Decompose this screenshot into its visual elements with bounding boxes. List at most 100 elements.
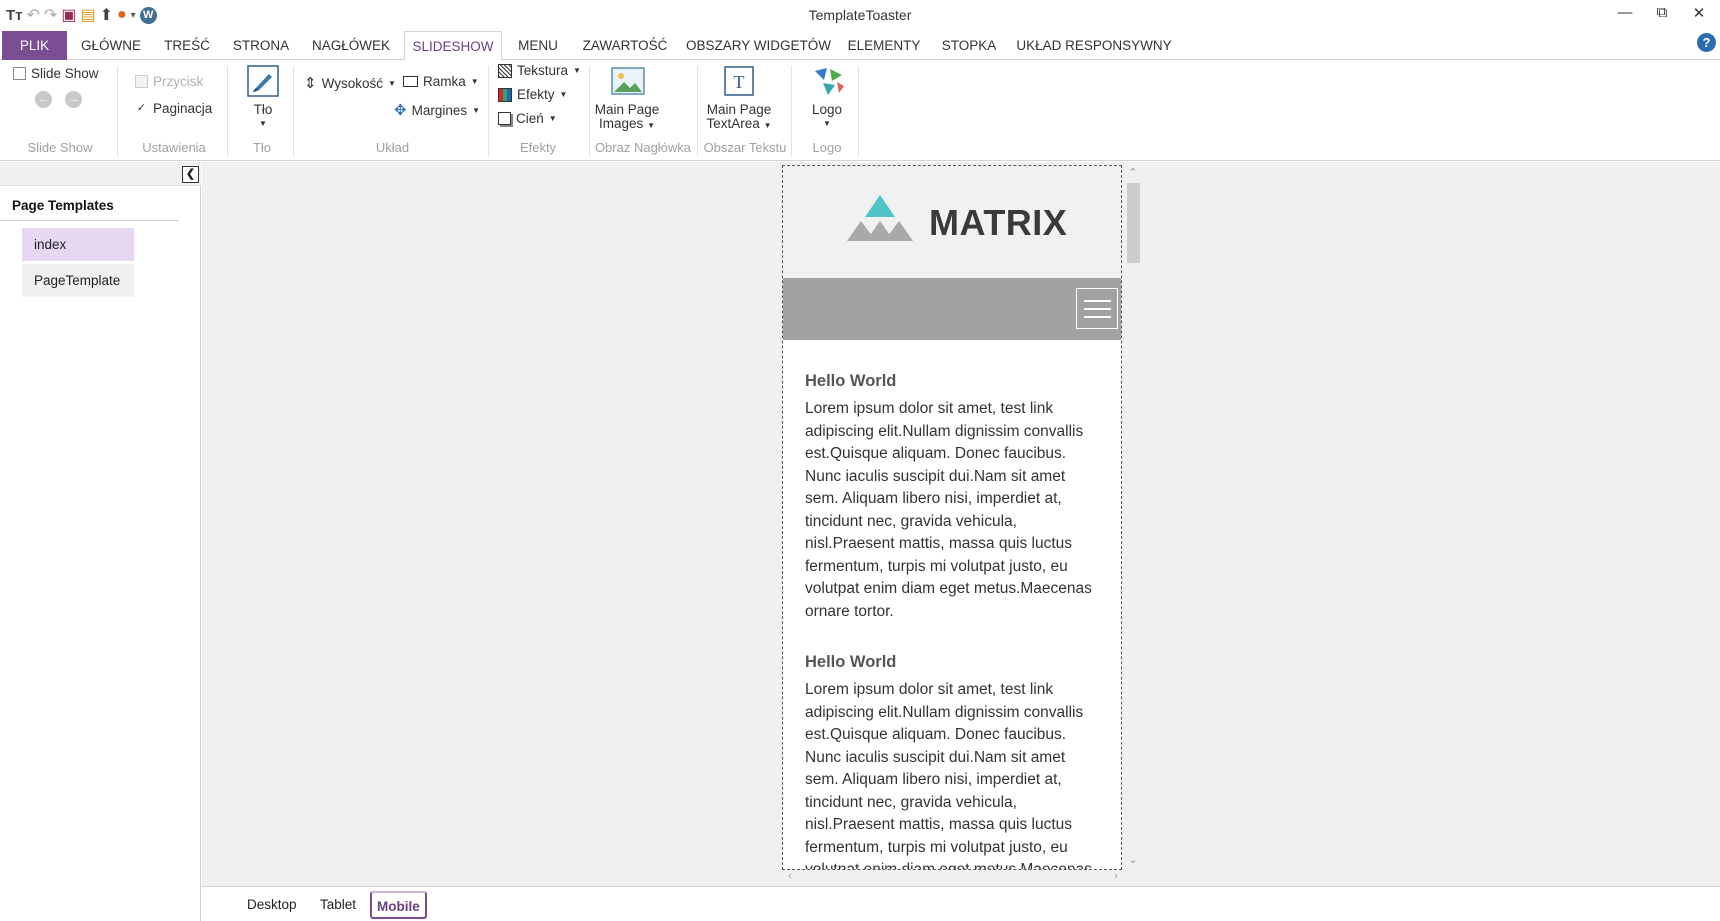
dropdown-arrow-icon: ▼ bbox=[559, 90, 568, 99]
group-label-logo: Logo bbox=[812, 140, 842, 155]
article-body: Lorem ipsum dolor sit amet, test link ad… bbox=[805, 400, 1092, 620]
group-label-obszar-tekstu: Obszar Tekstu bbox=[703, 140, 787, 155]
main-page-textarea-line1: Main Page bbox=[706, 102, 772, 117]
scroll-up-icon[interactable]: ⌃ bbox=[1125, 166, 1141, 179]
tab-stopka[interactable]: STOPKA bbox=[938, 31, 1000, 60]
logo-text: MATRIX bbox=[929, 202, 1068, 243]
collapse-panel-icon[interactable]: ❮ bbox=[182, 166, 199, 183]
template-item-index[interactable]: index bbox=[22, 228, 134, 261]
restore-button[interactable]: ⧉ bbox=[1647, 4, 1677, 21]
main-page-images-button[interactable]: Main Page Images ▼ bbox=[590, 65, 664, 133]
tab-menu[interactable]: MENU bbox=[512, 31, 564, 60]
group-label-efekty: Efekty bbox=[519, 140, 557, 155]
tekstura-dropdown[interactable]: Tekstura ▼ bbox=[498, 63, 581, 78]
background-brush-icon bbox=[247, 65, 279, 97]
scroll-right-icon[interactable]: › bbox=[1108, 870, 1124, 882]
przycisk-checkbox[interactable]: Przycisk bbox=[135, 74, 203, 89]
dropdown-arrow-icon: ▼ bbox=[259, 119, 267, 128]
wysokosc-label: Wysokość bbox=[321, 75, 383, 91]
article-heading: Hello World bbox=[805, 372, 897, 390]
tab-slideshow[interactable]: SLIDESHOW bbox=[404, 31, 502, 61]
scroll-down-icon[interactable]: ⌄ bbox=[1125, 853, 1141, 866]
next-slide-icon[interactable]: → bbox=[65, 91, 82, 108]
margines-label: Margines bbox=[411, 102, 468, 118]
hamburger-menu-icon[interactable] bbox=[1076, 288, 1118, 329]
cien-dropdown[interactable]: Cień ▼ bbox=[498, 111, 557, 126]
tlo-button[interactable]: Tło ▼ bbox=[243, 65, 283, 131]
tab-mobile[interactable]: Mobile bbox=[370, 891, 427, 919]
vertical-scrollbar[interactable]: ⌃ ⌄ bbox=[1125, 165, 1141, 870]
margin-icon: ✥ bbox=[394, 102, 407, 119]
tab-elementy[interactable]: ELEMENTY bbox=[843, 31, 925, 60]
group-separator bbox=[858, 66, 859, 156]
checkmark-icon: ✓ bbox=[135, 102, 148, 115]
dropdown-arrow-icon: ▼ bbox=[472, 105, 481, 115]
ramka-label: Ramka bbox=[423, 74, 466, 89]
tab-plik[interactable]: PLIK bbox=[2, 31, 67, 60]
height-icon: ⇕ bbox=[304, 75, 317, 92]
main-page-textarea-line2: TextArea ▼ bbox=[706, 116, 772, 131]
tab-tablet[interactable]: Tablet bbox=[315, 891, 361, 919]
logo-button[interactable]: Logo ▼ bbox=[805, 65, 849, 131]
tlo-label: Tło bbox=[253, 102, 273, 117]
device-view-tabs: Desktop Tablet Mobile bbox=[202, 886, 1720, 921]
logo-shapes-icon bbox=[811, 65, 844, 97]
group-separator bbox=[791, 66, 792, 156]
tab-glowne[interactable]: GŁÓWNE bbox=[74, 31, 148, 60]
main-page-images-line2: Images ▼ bbox=[599, 116, 655, 131]
main-page-textarea-button[interactable]: T Main Page TextArea ▼ bbox=[702, 65, 776, 133]
matrix-logo-icon bbox=[847, 195, 913, 241]
tab-tresc[interactable]: TREŚĆ bbox=[160, 31, 214, 60]
title-bar: Tᴛ ↶ ↷ ▣ ▤ ⬆ ● ▾ W TemplateToaster — ⧉ ✕ bbox=[0, 0, 1720, 31]
group-separator bbox=[293, 66, 294, 156]
ribbon-tabs: PLIK GŁÓWNE TREŚĆ STRONA NAGŁÓWEK SLIDES… bbox=[0, 31, 1720, 61]
scrollbar-thumb[interactable] bbox=[1127, 183, 1140, 263]
image-icon bbox=[611, 65, 645, 97]
dropdown-arrow-icon: ▼ bbox=[573, 66, 581, 75]
close-button[interactable]: ✕ bbox=[1684, 4, 1714, 22]
mobile-preview[interactable]: MATRIX Hello World Lorem ipsum dolor sit… bbox=[782, 165, 1122, 870]
previous-slide-icon[interactable]: ← bbox=[35, 91, 52, 108]
tab-strona[interactable]: STRONA bbox=[228, 31, 294, 60]
template-item-pagetemplate[interactable]: PageTemplate bbox=[22, 264, 134, 297]
tab-zawartosc[interactable]: ZAWARTOŚĆ bbox=[578, 31, 672, 60]
efekty-label: Efekty bbox=[517, 87, 555, 102]
tab-naglowek[interactable]: NAGŁÓWEK bbox=[308, 31, 394, 60]
dropdown-arrow-icon: ▼ bbox=[387, 78, 396, 88]
group-separator bbox=[117, 66, 118, 156]
page-templates-panel: ❮ Page Templates index PageTemplate bbox=[0, 162, 201, 921]
paginacja-checkbox[interactable]: ✓ Paginacja bbox=[135, 101, 212, 116]
window-title: TemplateToaster bbox=[808, 7, 912, 23]
svg-text:T: T bbox=[734, 72, 745, 92]
group-label-tlo: Tło bbox=[252, 140, 272, 155]
checkbox-icon bbox=[135, 75, 148, 88]
article-heading: Hello World bbox=[805, 653, 897, 671]
ribbon-panel: Slide Show ← → Slide Show Przycisk ✓ Pag… bbox=[0, 60, 1720, 161]
group-label-uklad: Układ bbox=[375, 140, 410, 155]
panel-title: Page Templates bbox=[12, 198, 114, 213]
scroll-left-icon[interactable]: ‹ bbox=[782, 870, 798, 882]
minimize-button[interactable]: — bbox=[1610, 4, 1640, 21]
efekty-dropdown[interactable]: Efekty ▼ bbox=[498, 87, 567, 102]
tab-uklad-responsywny[interactable]: UKŁAD RESPONSYWNY bbox=[1016, 31, 1172, 60]
slideshow-checkbox[interactable]: Slide Show bbox=[13, 66, 99, 81]
wysokosc-dropdown[interactable]: ⇕ Wysokość ▼ bbox=[304, 74, 396, 92]
tab-desktop[interactable]: Desktop bbox=[242, 891, 302, 919]
horizontal-scrollbar[interactable]: ‹ › bbox=[782, 870, 1124, 884]
group-separator bbox=[488, 66, 489, 156]
text-area-icon: T bbox=[723, 65, 755, 97]
help-icon[interactable]: ? bbox=[1697, 33, 1716, 52]
divider bbox=[0, 220, 179, 221]
margines-dropdown[interactable]: ✥ Margines ▼ bbox=[394, 101, 480, 119]
design-canvas: MATRIX Hello World Lorem ipsum dolor sit… bbox=[202, 162, 1720, 886]
main-page-images-line1: Main Page bbox=[594, 102, 660, 117]
effects-icon bbox=[498, 87, 512, 102]
ramka-dropdown[interactable]: Ramka ▼ bbox=[403, 74, 479, 89]
dropdown-arrow-icon: ▼ bbox=[548, 114, 557, 123]
menu-bar[interactable] bbox=[783, 278, 1121, 340]
tab-obszary-widgetow[interactable]: OBSZARY WIDGETÓW bbox=[686, 31, 831, 60]
header-logo-area[interactable]: MATRIX bbox=[783, 166, 1121, 278]
tekstura-label: Tekstura bbox=[517, 63, 569, 78]
paginacja-label: Paginacja bbox=[153, 101, 213, 116]
group-label-slideshow: Slide Show bbox=[27, 140, 93, 155]
